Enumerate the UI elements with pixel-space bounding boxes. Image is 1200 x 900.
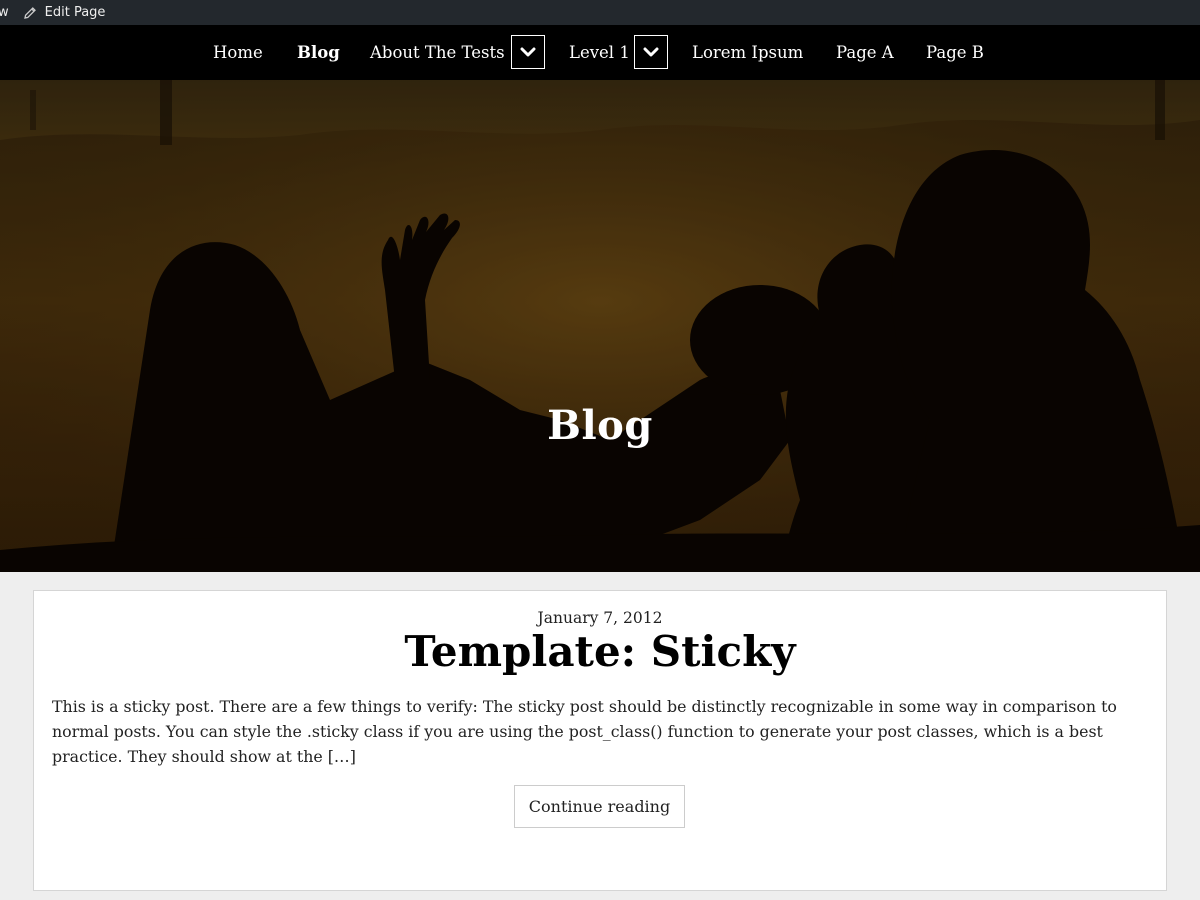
edit-page-label: Edit Page	[44, 5, 106, 20]
admin-bar-truncated-item[interactable]: w	[0, 5, 9, 20]
post-date[interactable]: January 7, 2012	[34, 609, 1166, 627]
edit-page-link[interactable]: Edit Page	[23, 5, 106, 20]
post-excerpt: This is a sticky post. There are a few t…	[52, 697, 1117, 766]
post-title[interactable]: Template: Sticky	[34, 627, 1166, 676]
nav-item-about-the-tests[interactable]: About The Tests	[370, 25, 505, 80]
nav-item-home[interactable]: Home	[213, 25, 263, 80]
pencil-icon	[23, 6, 36, 19]
continue-reading-button[interactable]: Continue reading	[514, 785, 685, 828]
nav-item-blog[interactable]: Blog	[297, 25, 340, 80]
nav-item-lorem-ipsum[interactable]: Lorem Ipsum	[692, 25, 803, 80]
chevron-down-icon	[520, 47, 536, 57]
post-card: January 7, 2012 Template: Sticky This is…	[33, 590, 1167, 891]
nav-item-page-b[interactable]: Page B	[926, 25, 984, 80]
nav-item-level-1[interactable]: Level 1	[569, 25, 630, 80]
admin-bar-left: w Edit Page	[0, 0, 105, 25]
about-submenu-toggle[interactable]	[511, 35, 545, 69]
main-navigation: Home Blog About The Tests Level 1 Lorem …	[0, 25, 1200, 80]
page-title: Blog	[547, 401, 653, 449]
chevron-down-icon	[643, 47, 659, 57]
hero-background-image	[0, 80, 1200, 572]
nav-item-page-a[interactable]: Page A	[836, 25, 894, 80]
level-1-submenu-toggle[interactable]	[634, 35, 668, 69]
hero-banner: Blog	[0, 80, 1200, 572]
admin-bar: w Edit Page	[0, 0, 1200, 25]
